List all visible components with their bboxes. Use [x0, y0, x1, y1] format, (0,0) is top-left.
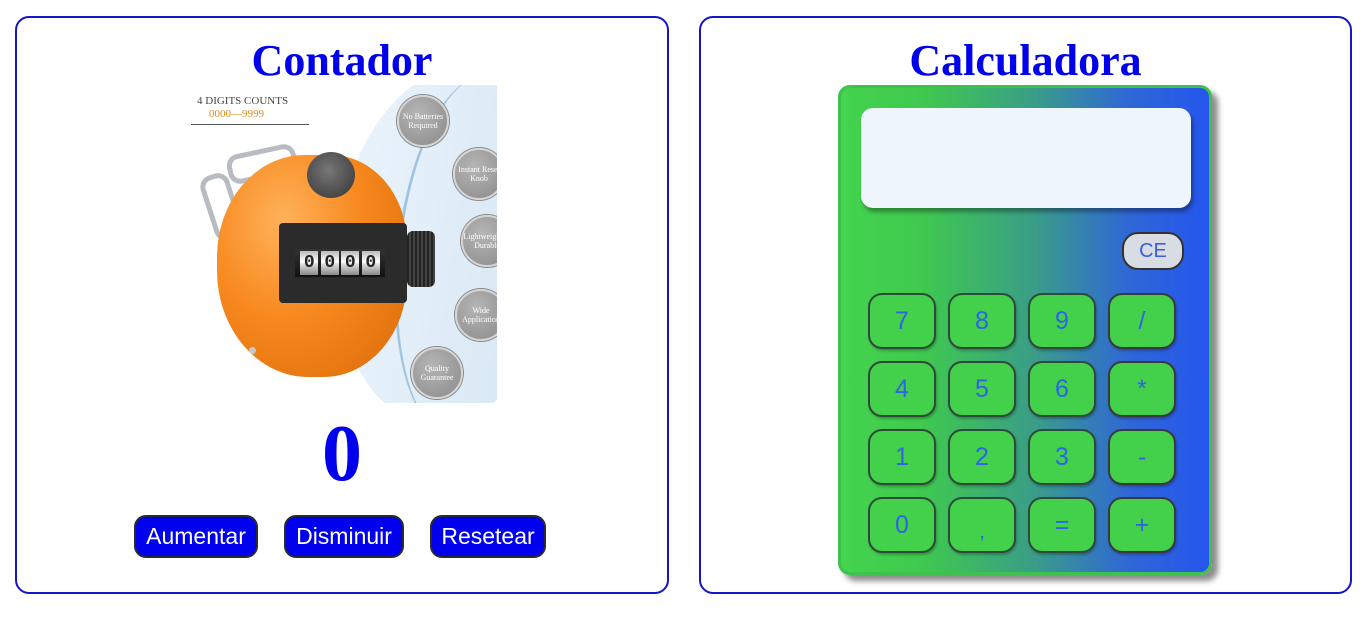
- counter-title: Contador: [251, 36, 433, 85]
- decrease-button[interactable]: Disminuir: [284, 515, 404, 558]
- digit-wheel: 0: [300, 251, 319, 275]
- clear-entry-button[interactable]: CE: [1122, 232, 1184, 270]
- key-0[interactable]: 0: [868, 497, 936, 553]
- key-decimal[interactable]: ,: [948, 497, 1016, 553]
- digit-wheel: 0: [341, 251, 360, 275]
- reset-button[interactable]: Resetear: [430, 515, 546, 558]
- calculator-keypad: 7 8 9 / 4 5 6 * 1 2 3 - 0 , = +: [868, 293, 1176, 553]
- push-button-knob: [307, 152, 355, 198]
- counter-panel: Contador 4 DIGITS COUNTS 0000—9999 0 0 0…: [15, 16, 669, 594]
- screw: [249, 347, 256, 354]
- calculator-body: CE 7 8 9 / 4 5 6 * 1 2 3 - 0 , = +: [838, 85, 1212, 575]
- key-5[interactable]: 5: [948, 361, 1016, 417]
- feature-badge: No Batteries Required: [397, 95, 449, 147]
- feature-badge: Instant Reset Knob: [453, 148, 497, 200]
- key-1[interactable]: 1: [868, 429, 936, 485]
- key-multiply[interactable]: *: [1108, 361, 1176, 417]
- digit-wheel: 0: [320, 251, 339, 275]
- key-3[interactable]: 3: [1028, 429, 1096, 485]
- key-2[interactable]: 2: [948, 429, 1016, 485]
- image-divider: [191, 124, 309, 125]
- key-subtract[interactable]: -: [1108, 429, 1176, 485]
- reset-knob: [407, 231, 435, 287]
- key-add[interactable]: +: [1108, 497, 1176, 553]
- calculator-panel: Calculadora CE 7 8 9 / 4 5 6 * 1 2 3 - 0…: [699, 16, 1352, 594]
- digit-display-frame: 0 0 0 0: [279, 223, 407, 303]
- image-range: 0000—9999: [209, 108, 264, 120]
- key-7[interactable]: 7: [868, 293, 936, 349]
- calculator-title: Calculadora: [909, 36, 1142, 85]
- feature-badge: Quality Guarantee: [411, 347, 463, 399]
- key-4[interactable]: 4: [868, 361, 936, 417]
- key-8[interactable]: 8: [948, 293, 1016, 349]
- counter-button-row: Aumentar Disminuir Resetear: [17, 515, 667, 558]
- hand-tally-counter-image: 4 DIGITS COUNTS 0000—9999 0 0 0 0 No Bat…: [189, 85, 497, 403]
- calculator-display: [861, 108, 1191, 208]
- digit-wheel: 0: [361, 251, 380, 275]
- image-headline: 4 DIGITS COUNTS: [197, 95, 289, 107]
- counter-value: 0: [322, 410, 362, 498]
- increase-button[interactable]: Aumentar: [134, 515, 258, 558]
- key-6[interactable]: 6: [1028, 361, 1096, 417]
- key-divide[interactable]: /: [1108, 293, 1176, 349]
- digit-window: 0 0 0 0: [295, 249, 385, 277]
- key-9[interactable]: 9: [1028, 293, 1096, 349]
- key-equals[interactable]: =: [1028, 497, 1096, 553]
